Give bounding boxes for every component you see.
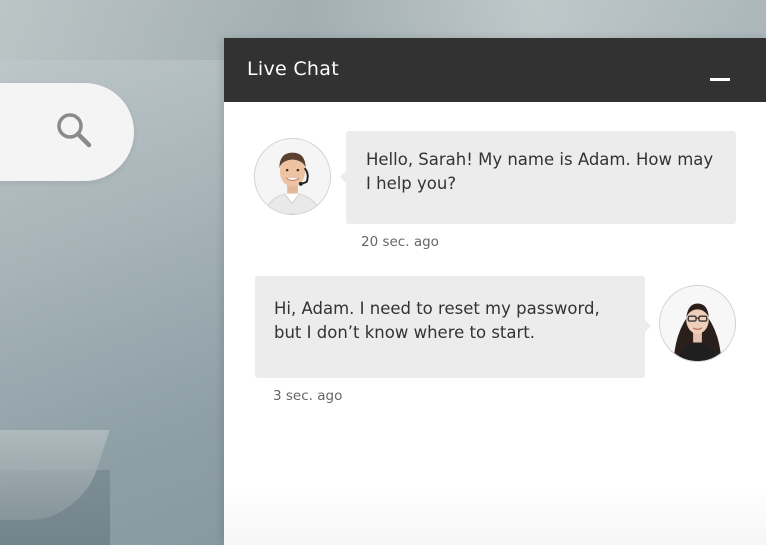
minimize-icon[interactable] — [710, 78, 730, 81]
agent-message-text: Hello, Sarah! My name is Adam. How may I… — [366, 150, 714, 193]
search-icon[interactable] — [55, 111, 95, 151]
chat-title: Live Chat — [247, 58, 339, 80]
search-pill[interactable] — [0, 83, 134, 181]
panel-fade — [224, 485, 766, 545]
user-message-text: Hi, Adam. I need to reset my password, b… — [274, 299, 600, 342]
user-message: Hi, Adam. I need to reset my password, b… — [255, 276, 651, 378]
agent-message-time: 20 sec. ago — [361, 234, 439, 250]
user-avatar — [659, 285, 736, 362]
agent-message: Hello, Sarah! My name is Adam. How may I… — [340, 131, 736, 224]
agent-avatar — [254, 138, 331, 215]
chat-header: Live Chat — [224, 38, 766, 102]
minimize-button[interactable] — [702, 64, 732, 88]
chat-panel: Live Chat Hello, Sarah! My name is Adam.… — [224, 38, 766, 545]
user-message-time: 3 sec. ago — [273, 388, 343, 404]
